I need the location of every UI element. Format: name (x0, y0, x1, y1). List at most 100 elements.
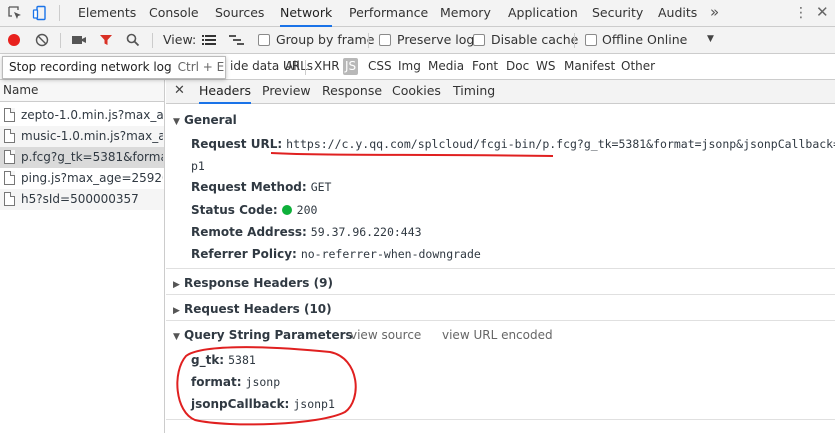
request-method-key: Request Method: (191, 180, 307, 194)
toolbar-divider (574, 33, 575, 48)
request-row[interactable]: music-1.0.min.js?max_ag... (0, 126, 164, 147)
filter-other[interactable]: Other (621, 54, 655, 79)
referrer-policy-key: Referrer Policy: (191, 247, 297, 261)
disable-cache-checkbox[interactable] (473, 34, 485, 46)
response-headers-toggle[interactable]: ▶ Response Headers (9) (173, 276, 333, 290)
request-name: h5?sId=500000357 (21, 192, 139, 206)
param-value: 5381 (228, 353, 256, 367)
general-section-toggle[interactable]: ▼ General (173, 113, 237, 127)
hide-data-urls-label[interactable]: ide data URLs (230, 54, 313, 79)
devtools-main-tabbar: Elements Console Sources Network Perform… (0, 0, 835, 27)
filter-media[interactable]: Media (428, 54, 464, 79)
toolbar-divider (368, 33, 369, 48)
tab-headers[interactable]: Headers (199, 80, 252, 104)
filter-font[interactable]: Font (472, 54, 498, 79)
chevron-down-icon[interactable]: ▼ (707, 34, 714, 44)
preserve-log-checkbox[interactable] (379, 34, 391, 46)
query-param-row: g_tk: 5381 (191, 353, 256, 367)
tab-response[interactable]: Response (322, 80, 382, 104)
close-detail-icon[interactable]: ✕ (174, 83, 185, 98)
query-params-toggle[interactable]: ▼ Query String Parameters (173, 328, 353, 342)
record-tooltip: Stop recording network log Ctrl + E (2, 56, 226, 79)
filter-icon[interactable] (98, 32, 114, 48)
view-source-link[interactable]: view source (350, 328, 421, 342)
filter-doc[interactable]: Doc (506, 54, 529, 79)
file-icon (4, 192, 15, 206)
remote-address-value: 59.37.96.220:443 (310, 225, 422, 239)
status-code-key: Status Code: (191, 203, 278, 217)
triangle-down-icon: ▼ (173, 117, 180, 127)
section-divider (166, 320, 835, 321)
query-params-title: Query String Parameters (184, 328, 353, 342)
triangle-right-icon: ▶ (173, 280, 180, 290)
filter-manifest[interactable]: Manifest (564, 54, 615, 79)
tab-memory[interactable]: Memory (440, 0, 491, 27)
section-divider (166, 419, 835, 420)
filter-xhr[interactable]: XHR (314, 54, 340, 79)
device-toolbar-icon[interactable] (31, 4, 49, 22)
request-method-value: GET (310, 180, 332, 194)
filter-css[interactable]: CSS (368, 54, 392, 79)
throttling-select[interactable]: Online (647, 27, 687, 53)
tab-cookies[interactable]: Cookies (392, 80, 441, 104)
toolbar-divider (60, 33, 61, 48)
search-icon[interactable] (125, 32, 141, 48)
request-name: zepto-1.0.min.js?max_ag... (21, 108, 163, 122)
inspect-element-icon[interactable] (6, 4, 24, 22)
request-row-selected[interactable]: p.fcg?g_tk=5381&forma... (0, 147, 164, 168)
preserve-log-label: Preserve log (397, 32, 475, 47)
request-headers-toggle[interactable]: ▶ Request Headers (10) (173, 302, 332, 316)
close-devtools-icon[interactable]: ✕ (816, 3, 829, 21)
offline-checkbox[interactable] (585, 34, 597, 46)
record-button[interactable] (6, 32, 22, 48)
clear-icon[interactable] (34, 32, 50, 48)
waterfall-overview-icon[interactable] (229, 32, 245, 48)
referrer-policy-value: no-referrer-when-downgrade (300, 247, 481, 261)
file-icon (4, 129, 15, 143)
filter-divider (305, 60, 306, 75)
request-name: ping.js?max_age=25920... (21, 171, 163, 185)
network-toolbar: View: Group by frame Preserve log Disabl… (0, 27, 835, 54)
group-by-frame-checkbox[interactable] (258, 34, 270, 46)
section-divider (166, 268, 835, 269)
param-key: g_tk: (191, 353, 225, 367)
param-value: jsonp1 (293, 397, 335, 411)
request-row[interactable]: ping.js?max_age=25920... (0, 168, 164, 189)
request-name: music-1.0.min.js?max_ag... (21, 129, 163, 143)
status-code-row: Status Code: 200 (191, 203, 317, 217)
section-divider (166, 294, 835, 295)
file-icon (4, 150, 15, 164)
tab-elements[interactable]: Elements (78, 0, 136, 27)
group-by-frame-label: Group by frame (276, 32, 375, 47)
tab-audits[interactable]: Audits (658, 0, 697, 27)
filter-ws[interactable]: WS (536, 54, 555, 79)
tab-performance[interactable]: Performance (349, 0, 428, 27)
customize-menu-icon[interactable]: ⋮ (794, 4, 808, 22)
more-tabs-icon[interactable]: » (710, 3, 719, 21)
filter-img[interactable]: Img (398, 54, 421, 79)
request-row[interactable]: zepto-1.0.min.js?max_ag... (0, 105, 164, 126)
view-url-encoded-link[interactable]: view URL encoded (442, 328, 553, 342)
tooltip-text: Stop recording network log (9, 60, 172, 74)
request-row[interactable]: h5?sId=500000357 (0, 189, 164, 210)
name-column-header[interactable]: Name (0, 80, 164, 102)
request-url-value-cont: p1 (191, 159, 205, 173)
tab-application[interactable]: Application (508, 0, 578, 27)
tooltip-shortcut: Ctrl + E (177, 60, 225, 74)
tab-network[interactable]: Network (280, 0, 333, 27)
tab-security[interactable]: Security (592, 0, 643, 27)
filter-all[interactable]: All (285, 54, 300, 79)
tab-preview[interactable]: Preview (262, 80, 311, 104)
param-value: jsonp (245, 375, 281, 389)
tab-timing[interactable]: Timing (453, 80, 495, 104)
request-url-row: Request URL: https://c.y.qq.com/splcloud/… (191, 137, 835, 151)
large-rows-icon[interactable] (201, 32, 217, 48)
filter-js[interactable]: JS (343, 58, 359, 75)
capture-screenshots-icon[interactable] (71, 32, 87, 48)
param-key: format: (191, 375, 242, 389)
remote-address-row: Remote Address: 59.37.96.220:443 (191, 225, 422, 239)
general-title: General (184, 113, 237, 127)
tab-sources[interactable]: Sources (215, 0, 264, 27)
tab-console[interactable]: Console (149, 0, 199, 27)
triangle-right-icon: ▶ (173, 306, 180, 316)
